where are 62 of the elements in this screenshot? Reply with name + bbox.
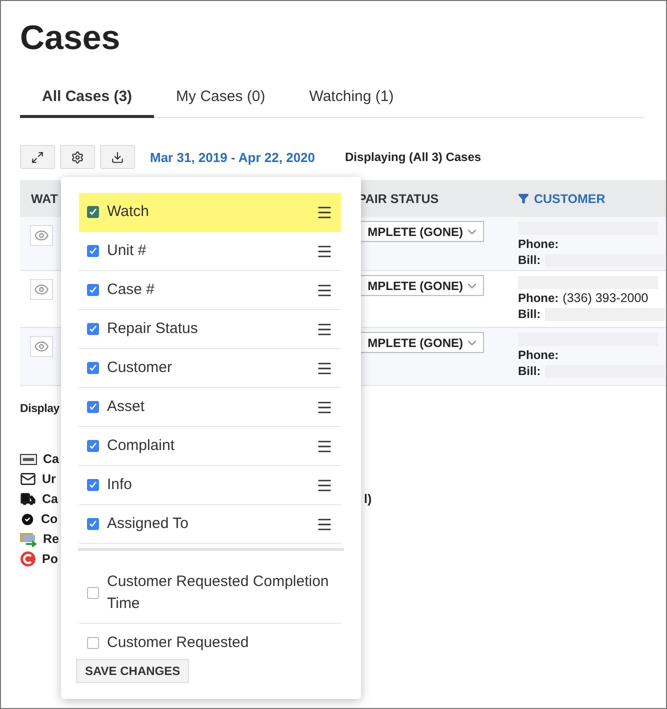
c-badge-icon bbox=[20, 551, 36, 567]
legend-label: Ca bbox=[43, 452, 59, 466]
legend-label: Ca bbox=[42, 492, 58, 506]
checkbox[interactable] bbox=[87, 362, 99, 374]
checkbox[interactable] bbox=[87, 323, 99, 335]
column-option[interactable]: Customer Requested Completion Time bbox=[79, 563, 341, 624]
mail-icon bbox=[20, 471, 36, 487]
settings-icon bbox=[71, 150, 84, 164]
legend-label: Co bbox=[41, 512, 58, 526]
checkbox[interactable] bbox=[87, 587, 99, 599]
bill-label: Bill: bbox=[518, 253, 541, 267]
column-option[interactable]: Asset bbox=[79, 388, 341, 427]
expand-icon bbox=[31, 150, 44, 164]
date-range-link[interactable]: Mar 31, 2019 - Apr 22, 2020 bbox=[150, 150, 316, 164]
transfer-icon bbox=[20, 532, 37, 546]
legend-label: Ur bbox=[42, 472, 56, 486]
column-option[interactable]: Info bbox=[79, 466, 341, 505]
truck-icon bbox=[20, 491, 36, 507]
eye-icon bbox=[34, 282, 49, 297]
checkbox[interactable] bbox=[87, 637, 99, 649]
column-option[interactable]: Case # bbox=[79, 271, 341, 310]
legend-text: l) bbox=[364, 492, 372, 506]
download-button[interactable] bbox=[100, 145, 135, 169]
checkbox[interactable] bbox=[87, 245, 99, 257]
phone-number: (336) 393-2000 bbox=[562, 291, 648, 305]
bill-label: Bill: bbox=[518, 307, 541, 321]
legend-label: Po bbox=[42, 552, 58, 566]
column-option[interactable]: Unit # bbox=[79, 232, 341, 271]
phone-label: Phone: bbox=[518, 348, 559, 362]
expand-button[interactable] bbox=[20, 145, 55, 169]
tab[interactable]: Watching (1) bbox=[287, 79, 416, 118]
checkbox[interactable] bbox=[87, 284, 99, 296]
legend-label: Re bbox=[43, 532, 59, 546]
checkbox[interactable] bbox=[87, 440, 99, 452]
settings-button[interactable] bbox=[60, 145, 95, 169]
download-icon bbox=[111, 150, 124, 164]
phone-label: Phone: bbox=[518, 291, 559, 305]
check-circle-icon bbox=[20, 512, 35, 526]
checkbox[interactable] bbox=[87, 518, 99, 530]
checkbox[interactable] bbox=[87, 401, 99, 413]
bill-label: Bill: bbox=[518, 364, 541, 378]
footer-text: Display bbox=[20, 403, 60, 415]
checkbox[interactable] bbox=[87, 206, 99, 218]
phone-label: Phone: bbox=[518, 237, 559, 251]
column-option[interactable]: Customer bbox=[79, 349, 341, 388]
tab[interactable]: My Cases (0) bbox=[154, 79, 288, 118]
tab[interactable]: All Cases (3) bbox=[20, 79, 154, 118]
column-option[interactable]: Assigned To bbox=[79, 505, 341, 544]
page-title: Cases bbox=[20, 18, 122, 59]
column-option[interactable]: Repair Status bbox=[79, 310, 341, 349]
column-option[interactable]: Complaint bbox=[79, 427, 341, 466]
column-option[interactable]: Watch bbox=[79, 193, 341, 232]
watch-button[interactable] bbox=[30, 225, 53, 246]
eye-icon bbox=[34, 339, 49, 354]
save-changes-button[interactable]: SAVE CHANGES bbox=[76, 659, 190, 683]
watch-button[interactable] bbox=[30, 336, 53, 357]
summary-text: Displaying (All 3) Cases bbox=[345, 150, 482, 164]
column-header[interactable]: CUSTOMER bbox=[498, 192, 666, 206]
eye-icon bbox=[34, 228, 49, 243]
watch-button[interactable] bbox=[30, 279, 53, 300]
badge-icon bbox=[20, 454, 37, 464]
checkbox[interactable] bbox=[87, 479, 99, 491]
